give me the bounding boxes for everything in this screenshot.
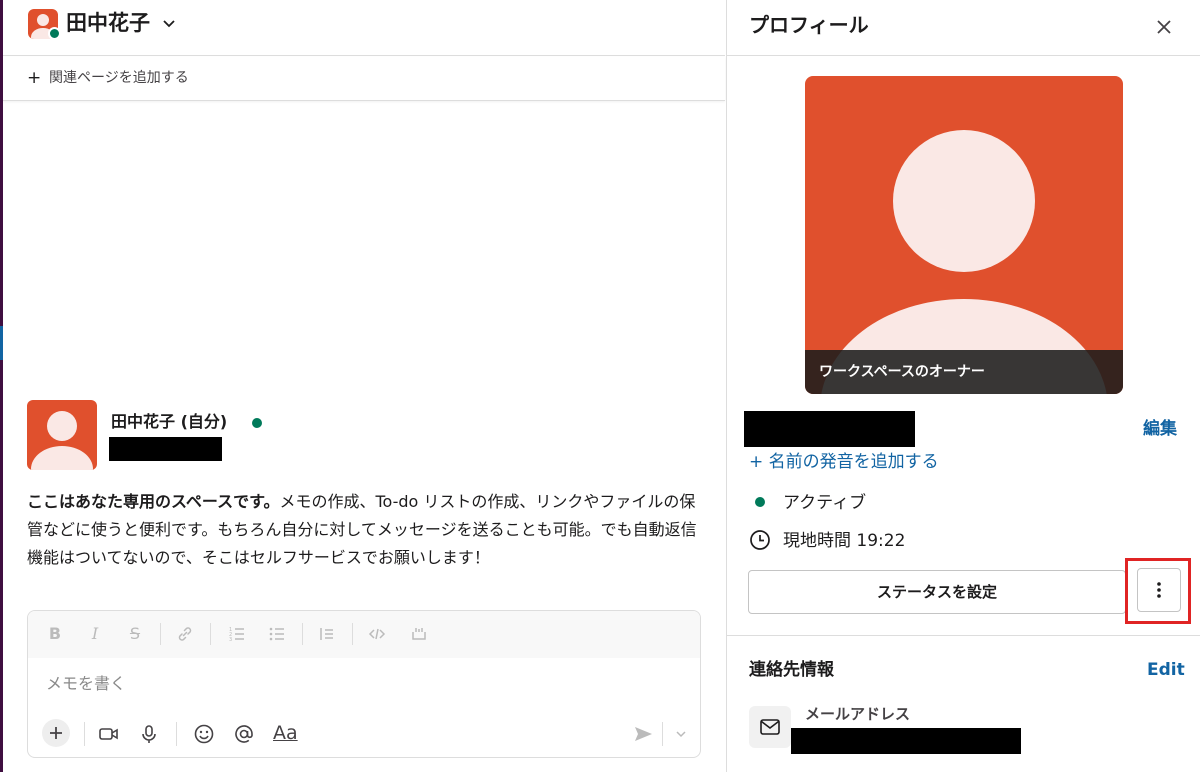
- bookmark-bar: + 関連ページを追加する: [3, 57, 725, 101]
- profile-title: プロフィール: [749, 13, 869, 37]
- bullet-list-icon[interactable]: [268, 625, 286, 643]
- composer-actions: Aa: [28, 715, 700, 755]
- link-icon[interactable]: [176, 625, 194, 643]
- avatar-body-shape: [31, 446, 93, 470]
- presence-indicator: [48, 27, 61, 40]
- format-toolbar: B I S 123: [28, 611, 700, 658]
- mail-icon: [760, 719, 780, 735]
- toolbar-divider: [210, 623, 211, 645]
- profile-photo[interactable]: ワークスペースのオーナー: [805, 76, 1123, 394]
- profile-header: プロフィール: [727, 0, 1200, 56]
- edit-profile-link[interactable]: 編集: [1143, 418, 1177, 440]
- emoji-icon[interactable]: [193, 723, 215, 745]
- redacted-block: [744, 411, 915, 447]
- format-toggle[interactable]: Aa: [273, 721, 298, 745]
- edit-contact-link[interactable]: Edit: [1147, 658, 1185, 682]
- local-time: 現地時間 19:22: [783, 531, 906, 551]
- contact-info-title: 連絡先情報: [749, 660, 834, 680]
- presence-indicator: [755, 497, 765, 507]
- highlight-box: [1125, 558, 1191, 624]
- owner-banner: ワークスペースのオーナー: [805, 350, 1123, 394]
- clock-icon: [749, 529, 771, 551]
- video-icon[interactable]: [98, 723, 120, 745]
- attach-button[interactable]: [42, 719, 70, 747]
- strikethrough-icon[interactable]: S: [126, 625, 144, 643]
- toolbar-divider: [352, 623, 353, 645]
- svg-text:3: 3: [229, 637, 232, 643]
- chevron-down-icon[interactable]: [670, 723, 692, 745]
- toolbar-divider: [302, 623, 303, 645]
- section-divider: [727, 635, 1200, 636]
- email-icon-box: [749, 706, 791, 748]
- blockquote-icon[interactable]: [318, 625, 336, 643]
- intro-description: ここはあなた専用のスペースです。メモの作成、To-do リストの作成、リンクやフ…: [27, 488, 707, 572]
- toolbar-divider: [160, 623, 161, 645]
- channel-pane: 田中花子 + 関連ページを追加する 田中花子 (自分) ここはあなた専用のスペー…: [3, 0, 725, 772]
- code-icon[interactable]: [368, 625, 386, 643]
- redacted-block: [109, 437, 222, 461]
- intro-description-bold: ここはあなた専用のスペースです。: [27, 492, 280, 511]
- toolbar-divider: [84, 722, 85, 746]
- intro-avatar[interactable]: [27, 400, 97, 470]
- close-icon[interactable]: [1151, 14, 1177, 40]
- redacted-block: [791, 728, 1021, 754]
- set-status-button[interactable]: ステータスを設定: [748, 570, 1126, 614]
- channel-title[interactable]: 田中花子: [66, 10, 150, 36]
- channel-header: 田中花子: [3, 0, 725, 56]
- mention-icon[interactable]: [233, 723, 255, 745]
- message-input[interactable]: メモを書く: [46, 673, 126, 695]
- bold-icon[interactable]: B: [46, 625, 64, 643]
- code-block-icon[interactable]: [410, 625, 428, 643]
- message-composer: B I S 123 メモを書く Aa: [27, 610, 701, 758]
- owner-label: ワークスペースのオーナー: [819, 364, 985, 380]
- avatar-head-shape: [47, 411, 77, 441]
- status-text: アクティブ: [783, 493, 867, 513]
- intro-user-name[interactable]: 田中花子 (自分): [111, 411, 227, 433]
- toolbar-divider: [176, 722, 177, 746]
- presence-indicator: [252, 418, 262, 428]
- chevron-down-icon[interactable]: [161, 15, 177, 31]
- add-pronunciation-link[interactable]: + 名前の発音を追加する: [749, 450, 939, 474]
- toolbar-divider: [662, 722, 663, 746]
- email-label: メールアドレス: [805, 705, 911, 723]
- ordered-list-icon[interactable]: 123: [228, 625, 246, 643]
- app-window: 田中花子 + 関連ページを追加する 田中花子 (自分) ここはあなた専用のスペー…: [0, 0, 1200, 772]
- send-icon[interactable]: [632, 723, 654, 745]
- profile-pane: プロフィール ワークスペースのオーナー 編集 + 名前の発音を追加する アクティ…: [726, 0, 1200, 772]
- avatar-head-shape: [37, 14, 49, 26]
- microphone-icon[interactable]: [138, 723, 160, 745]
- italic-icon[interactable]: I: [86, 625, 104, 643]
- plus-icon[interactable]: +: [27, 69, 41, 87]
- avatar-head-shape: [893, 130, 1035, 272]
- add-bookmark-link[interactable]: 関連ページを追加する: [49, 69, 189, 87]
